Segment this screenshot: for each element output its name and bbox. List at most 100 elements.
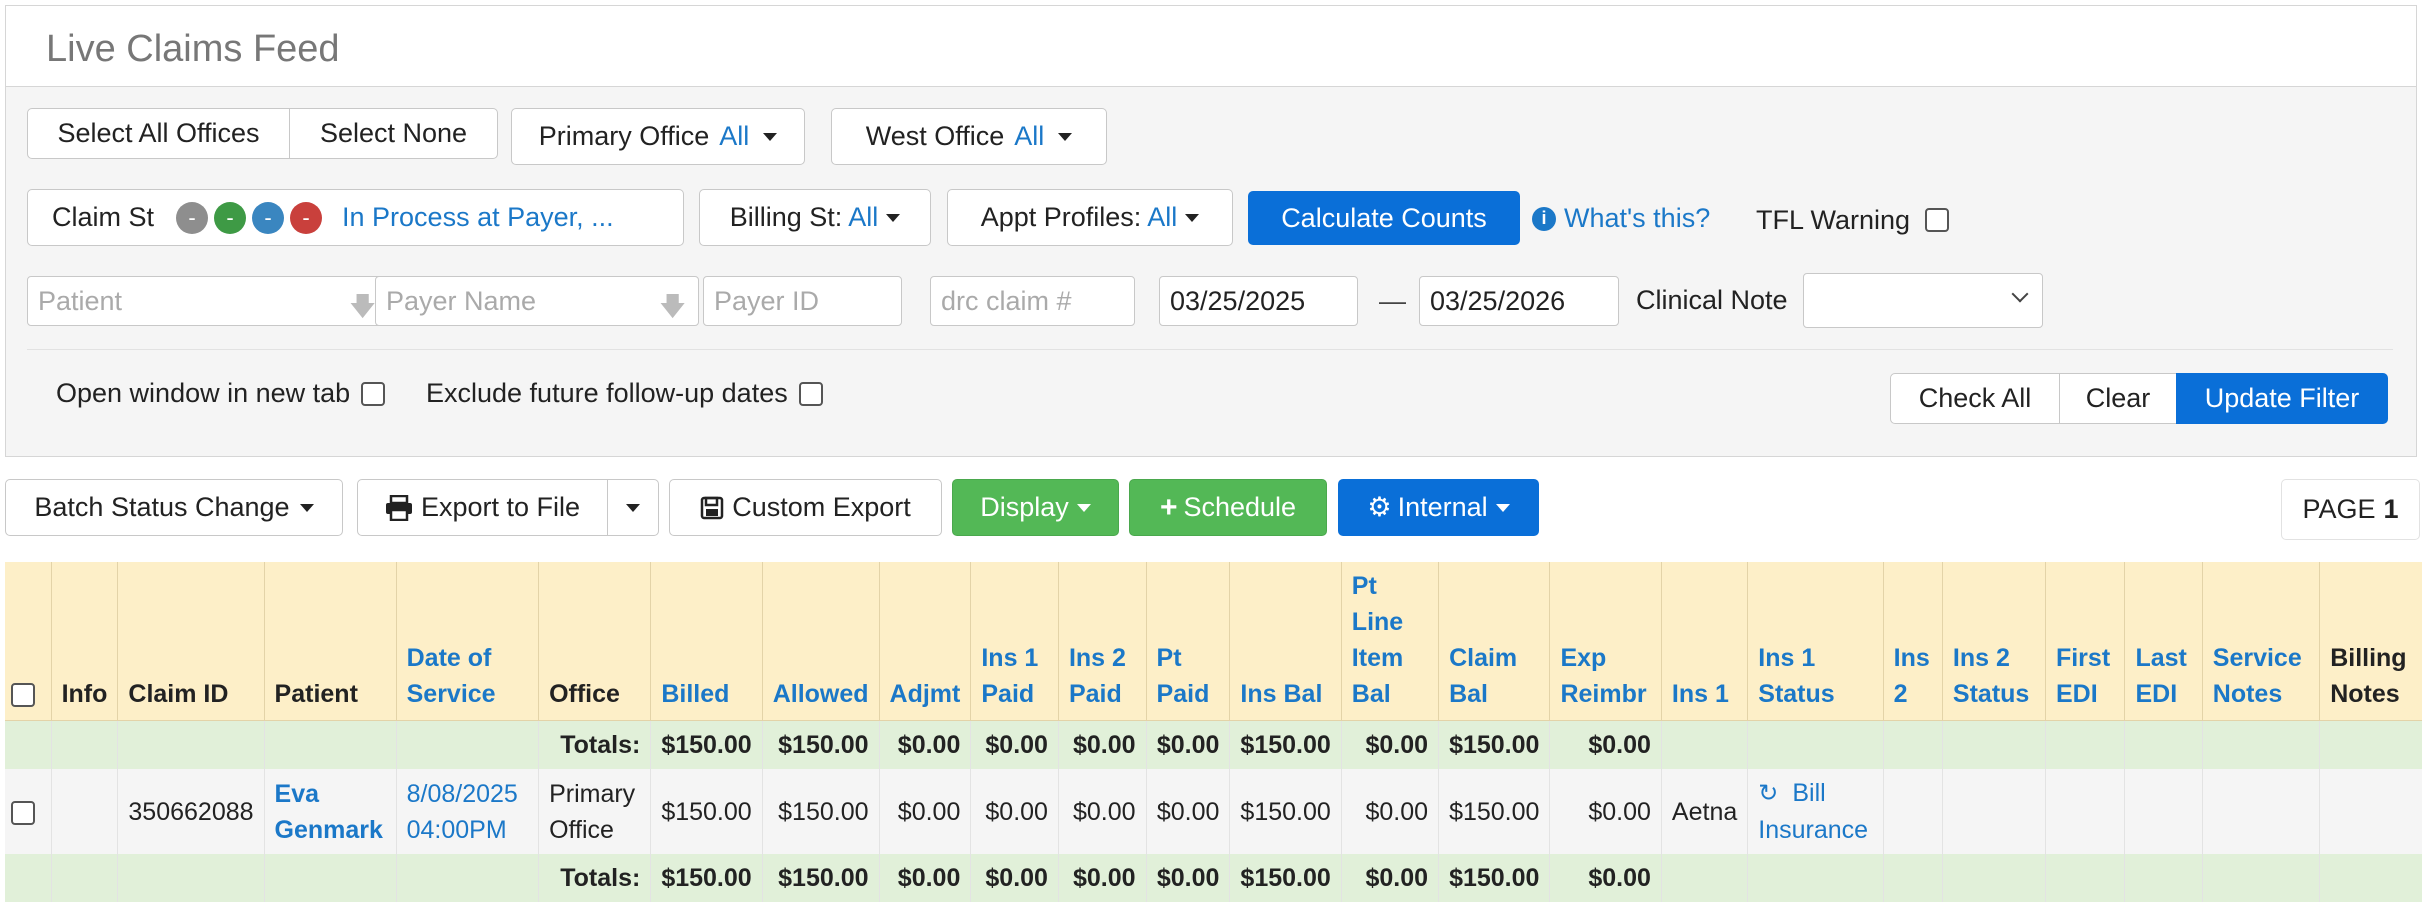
col-ins-bal[interactable]: Ins Bal (1229, 562, 1342, 721)
page-number: 1 (2383, 494, 2399, 524)
row-date-of-service-link[interactable]: 8/08/2025 04:00PM (396, 769, 540, 854)
appt-profiles-label: Appt Profiles: (980, 202, 1142, 232)
plus-icon: + (1159, 490, 1178, 524)
col-billing-notes-line2: Notes (2330, 680, 2400, 708)
primary-office-label: Primary Office (538, 121, 710, 151)
patient-input[interactable]: Patient 🡇 (27, 276, 389, 326)
clear-button[interactable]: Clear (2059, 373, 2177, 424)
tfl-warning-checkbox[interactable] (1925, 208, 1949, 232)
calculate-counts-button[interactable]: Calculate Counts (1248, 191, 1520, 245)
table-row[interactable]: 350662088 Eva Genmark 8/08/2025 04:00PM Pr… (5, 769, 2422, 854)
status-dot-green[interactable]: - (214, 201, 247, 234)
row-checkbox-cell[interactable] (5, 769, 52, 854)
totals-empty-cell (2045, 720, 2126, 769)
select-none-button[interactable]: Select None (289, 108, 498, 159)
export-to-file-button[interactable]: Export to File (357, 479, 608, 536)
table-header-row: Info Claim ID Patient Date of Service Off… (5, 562, 2422, 721)
col-ins1-status[interactable]: Ins 1 Status (1747, 562, 1884, 721)
export-options-toggle[interactable] (607, 479, 659, 536)
totals-empty-cell (117, 720, 265, 769)
col-ins2-paid-line1: Ins 2 (1068, 644, 1126, 672)
update-filter-button[interactable]: Update Filter (2176, 373, 2388, 424)
col-adjmt[interactable]: Adjmt (879, 562, 972, 721)
row-ins1-status-line1: Bill (1792, 779, 1826, 807)
col-first-edi[interactable]: First EDI (2045, 562, 2126, 721)
west-office-value: All (1014, 121, 1045, 151)
totals-ins1-paid: $0.00 (970, 720, 1059, 769)
col-exp-reimbr[interactable]: Exp Reimbr (1549, 562, 1662, 721)
col-patient[interactable]: Patient (264, 562, 397, 721)
payer-name-input[interactable]: Payer Name 🡇 (375, 276, 699, 326)
claim-status-dropdown[interactable]: Claim St - - - - In Process at Payer, ..… (27, 189, 684, 246)
appt-profiles-dropdown[interactable]: Appt Profiles: All (947, 189, 1233, 246)
chevron-down-icon (1058, 132, 1073, 141)
clinical-note-select[interactable] (1803, 273, 2043, 328)
schedule-button[interactable]: + Schedule (1129, 479, 1327, 536)
west-office-dropdown[interactable]: West Office All (831, 108, 1107, 165)
exclude-future-checkbox[interactable] (799, 382, 823, 406)
check-all-button[interactable]: Check All (1890, 373, 2060, 424)
col-ptline-2: Line (1351, 608, 1404, 636)
totals-empty-cell (1942, 854, 2046, 902)
totals-empty-cell (51, 720, 119, 769)
col-allowed[interactable]: Allowed (762, 562, 880, 721)
col-service-notes[interactable]: Service Notes (2202, 562, 2321, 721)
display-dropdown[interactable]: Display (952, 479, 1119, 536)
col-ins2-status[interactable]: Ins 2 Status (1942, 562, 2046, 721)
totals-billed: $150.00 (650, 854, 763, 902)
drc-claim-input[interactable]: drc claim # (930, 276, 1135, 326)
row-service-notes (2202, 769, 2321, 854)
col-pt-line-item-bal[interactable]: Pt Line Item Bal (1341, 562, 1440, 721)
row-ins1-status-link[interactable]: ↻ Bill Insurance (1747, 769, 1884, 854)
primary-office-dropdown[interactable]: Primary Office All (511, 108, 805, 165)
totals-exp: $0.00 (1549, 720, 1662, 769)
row-patient-link[interactable]: Eva Genmark (264, 769, 397, 854)
date-separator: — (1379, 286, 1406, 316)
totals-empty-cell (2202, 720, 2321, 769)
select-all-offices-button[interactable]: Select All Offices (27, 108, 290, 159)
row-patient-first: Eva (274, 779, 320, 808)
filter-panel: Select All Offices Select None Primary O… (5, 87, 2417, 457)
row-checkbox[interactable] (11, 800, 35, 825)
totals-empty-cell (264, 854, 397, 902)
payer-id-input[interactable]: Payer ID (703, 276, 902, 326)
chevron-down-icon (1495, 503, 1510, 512)
col-date-of-service[interactable]: Date of Service (396, 562, 540, 721)
col-info: Info (51, 562, 119, 721)
col-billed[interactable]: Billed (650, 562, 763, 721)
col-claim-bal-line2: Bal (1449, 680, 1488, 708)
custom-export-button[interactable]: Custom Export (669, 479, 942, 536)
chevron-down-icon (1076, 503, 1091, 512)
internal-dropdown[interactable]: ⚙ Internal (1338, 479, 1539, 536)
billing-status-dropdown[interactable]: Billing St: All (699, 189, 931, 246)
open-new-tab-checkbox[interactable] (361, 382, 385, 406)
status-dot-gray[interactable]: - (176, 201, 209, 234)
col-office[interactable]: Office (538, 562, 652, 721)
totals-empty-cell (2124, 720, 2203, 769)
date-from-input[interactable]: 03/25/2025 (1159, 276, 1358, 326)
col-ins1-paid[interactable]: Ins 1 Paid (970, 562, 1059, 721)
col-ins1-status-line1: Ins 1 (1758, 644, 1816, 672)
select-all-column[interactable] (5, 562, 52, 721)
row-office-line2: Office (549, 815, 614, 844)
billing-status-label: Billing St: (729, 202, 843, 232)
display-label: Display (980, 492, 1069, 522)
col-pt-paid[interactable]: Pt Paid (1146, 562, 1231, 721)
batch-status-change-dropdown[interactable]: Batch Status Change (5, 479, 343, 536)
col-claim-id[interactable]: Claim ID (117, 562, 265, 721)
status-dot-blue[interactable]: - (252, 201, 285, 234)
divider (27, 349, 2393, 350)
totals-pt-line-bal: $0.00 (1341, 720, 1440, 769)
status-dot-red[interactable]: - (290, 201, 323, 234)
select-all-checkbox[interactable] (11, 683, 35, 708)
col-last-edi[interactable]: Last EDI (2124, 562, 2203, 721)
col-ins2-paid[interactable]: Ins 2 Paid (1058, 562, 1147, 721)
totals-empty-cell (1883, 720, 1943, 769)
col-claim-bal[interactable]: Claim Bal (1438, 562, 1551, 721)
col-ins2[interactable]: Ins 2 (1883, 562, 1943, 721)
whats-this-link[interactable]: i What's this? (1532, 203, 1710, 234)
date-to-input[interactable]: 03/25/2026 (1419, 276, 1619, 326)
row-patient-last: Genmark (274, 815, 383, 844)
col-ins1[interactable]: Ins 1 (1661, 562, 1749, 721)
row-adjmt: $0.00 (879, 769, 972, 854)
